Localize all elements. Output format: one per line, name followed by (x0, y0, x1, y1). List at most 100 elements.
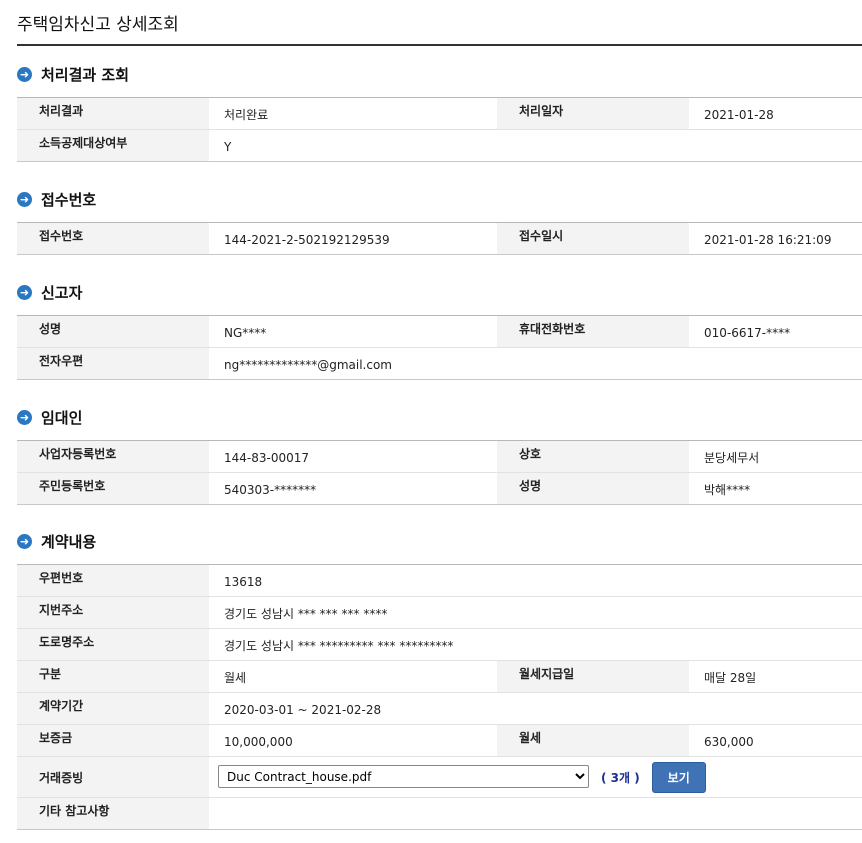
value-text: 월세 (224, 671, 247, 685)
table-row: 구분 월세 월세지급일 매달 28일 (17, 660, 862, 693)
section-title: 임대인 (41, 408, 83, 427)
receipt-table: 접수번호 144-2021-2-502192129539 접수일시 2021-0… (17, 222, 862, 255)
label-text: 접수일시 (519, 229, 564, 243)
value-text: 2020-03-01 ~ 2021-02-28 (224, 702, 382, 717)
field-value: 분당세무서 (689, 441, 862, 473)
section-title: 신고자 (41, 283, 83, 302)
table-row: 주민등록번호 540303-******* 성명 박해**** (17, 472, 862, 505)
reporter-table: 성명 NG**** 휴대전화번호 010-6617-**** 전자우편 ng**… (17, 315, 862, 380)
field-label: 기타 참고사항 (17, 797, 209, 830)
value-text: 144-2021-2-502192129539 (224, 232, 390, 247)
field-value: Y (209, 129, 862, 162)
table-row: 거래증빙 Duc Contract_house.pdf ( 3개 ) 보기 (17, 756, 862, 798)
field-value: 540303-******* (209, 472, 497, 505)
page-title: 주택임차신고 상세조회 (17, 15, 179, 35)
field-label: 계약기간 (17, 692, 209, 725)
table-row: 소득공제대상여부 Y (17, 129, 862, 162)
circle-arrow-right-icon: ➜ (17, 533, 32, 549)
value-text: 13618 (224, 574, 263, 589)
field-label: 월세지급일 (497, 660, 689, 693)
table-row: 접수번호 144-2021-2-502192129539 접수일시 2021-0… (17, 222, 862, 255)
evidence-file-select[interactable]: Duc Contract_house.pdf (218, 765, 589, 788)
view-button[interactable]: 보기 (651, 761, 706, 793)
section-title: 접수번호 (41, 190, 97, 209)
label-text: 성명 (39, 322, 62, 336)
label-text: 전자우편 (39, 354, 84, 368)
field-label: 접수일시 (497, 222, 689, 255)
value-text: 10,000,000 (224, 734, 293, 749)
label-text: 휴대전화번호 (519, 322, 586, 336)
field-value: 2021-01-28 (689, 98, 862, 130)
label-text: 사업자등록번호 (39, 447, 117, 461)
field-value: 2021-01-28 16:21:09 (689, 223, 862, 255)
section-title: 계약내용 (41, 532, 97, 551)
field-label: 월세 (497, 724, 689, 757)
value-text: 처리완료 (224, 108, 269, 122)
label-text: 구분 (39, 667, 62, 681)
lessor-table: 사업자등록번호 144-83-00017 상호 분당세무서 주민등록번호 540… (17, 440, 862, 505)
field-value: 처리완료 (209, 98, 497, 130)
field-label: 주민등록번호 (17, 472, 209, 505)
field-value: 630,000 (689, 724, 862, 757)
label-text: 성명 (519, 479, 542, 493)
section-header-result: ➜ 처리결과 조회 (17, 62, 129, 86)
field-value: 경기도 성남시 *** *** *** **** (209, 596, 862, 629)
label-text: 우편번호 (39, 571, 84, 585)
value-text: 144-83-00017 (224, 450, 310, 465)
circle-arrow-right-icon: ➜ (17, 284, 32, 300)
field-label: 구분 (17, 660, 209, 693)
field-value: 경기도 성남시 *** ********* *** ********* (209, 628, 862, 661)
title-divider (17, 44, 862, 46)
field-label: 휴대전화번호 (497, 315, 689, 348)
label-text: 월세 (519, 731, 542, 745)
field-value: 박해**** (689, 472, 862, 505)
value-text: 분당세무서 (704, 451, 760, 465)
field-label: 성명 (497, 472, 689, 505)
table-row: 처리결과 처리완료 처리일자 2021-01-28 (17, 97, 862, 130)
value-text: 박해**** (704, 483, 751, 497)
table-row: 지번주소 경기도 성남시 *** *** *** **** (17, 596, 862, 629)
field-value: 13618 (209, 565, 862, 597)
value-text: ng*************@gmail.com (224, 357, 392, 372)
field-label: 사업자등록번호 (17, 440, 209, 473)
label-text: 보증금 (39, 731, 73, 745)
field-label: 지번주소 (17, 596, 209, 629)
value-text: Y (224, 139, 232, 154)
table-row: 계약기간 2020-03-01 ~ 2021-02-28 (17, 692, 862, 725)
label-text: 상호 (519, 447, 542, 461)
circle-arrow-right-icon: ➜ (17, 191, 32, 207)
section-header-lessor: ➜ 임대인 (17, 405, 82, 429)
label-text: 처리결과 (39, 104, 84, 118)
label-text: 기타 참고사항 (39, 804, 110, 818)
value-text: 630,000 (704, 734, 754, 749)
label-text: 도로명주소 (39, 635, 95, 649)
field-label: 소득공제대상여부 (17, 129, 209, 162)
label-text: 거래증빙 (39, 770, 84, 785)
section-header-reporter: ➜ 신고자 (17, 280, 82, 304)
table-row: 보증금 10,000,000 월세 630,000 (17, 724, 862, 757)
label-text: 주민등록번호 (39, 479, 106, 493)
section-header-receipt: ➜ 접수번호 (17, 187, 96, 211)
field-label: 도로명주소 (17, 628, 209, 661)
table-row: 우편번호 13618 (17, 564, 862, 597)
table-row: 사업자등록번호 144-83-00017 상호 분당세무서 (17, 440, 862, 473)
field-label: 상호 (497, 440, 689, 473)
value-text: 매달 28일 (704, 671, 757, 685)
label-text: 소득공제대상여부 (39, 136, 128, 150)
field-value: NG**** (209, 316, 497, 348)
section-header-contract: ➜ 계약내용 (17, 529, 96, 553)
field-value: 매달 28일 (689, 660, 862, 693)
field-label: 거래증빙 (17, 756, 209, 798)
field-value (209, 797, 862, 830)
field-value: 144-83-00017 (209, 441, 497, 473)
file-count-label: ( 3개 ) (601, 770, 640, 785)
field-value: 2020-03-01 ~ 2021-02-28 (209, 692, 862, 725)
result-table: 처리결과 처리완료 처리일자 2021-01-28 소득공제대상여부 Y (17, 97, 862, 162)
circle-arrow-right-icon: ➜ (17, 409, 32, 425)
label-text: 지번주소 (39, 603, 84, 617)
field-value: 144-2021-2-502192129539 (209, 223, 497, 255)
section-title: 처리결과 조회 (41, 65, 130, 84)
circle-arrow-right-icon: ➜ (17, 66, 32, 82)
table-row: 성명 NG**** 휴대전화번호 010-6617-**** (17, 315, 862, 348)
evidence-field: Duc Contract_house.pdf ( 3개 ) 보기 (209, 756, 862, 798)
